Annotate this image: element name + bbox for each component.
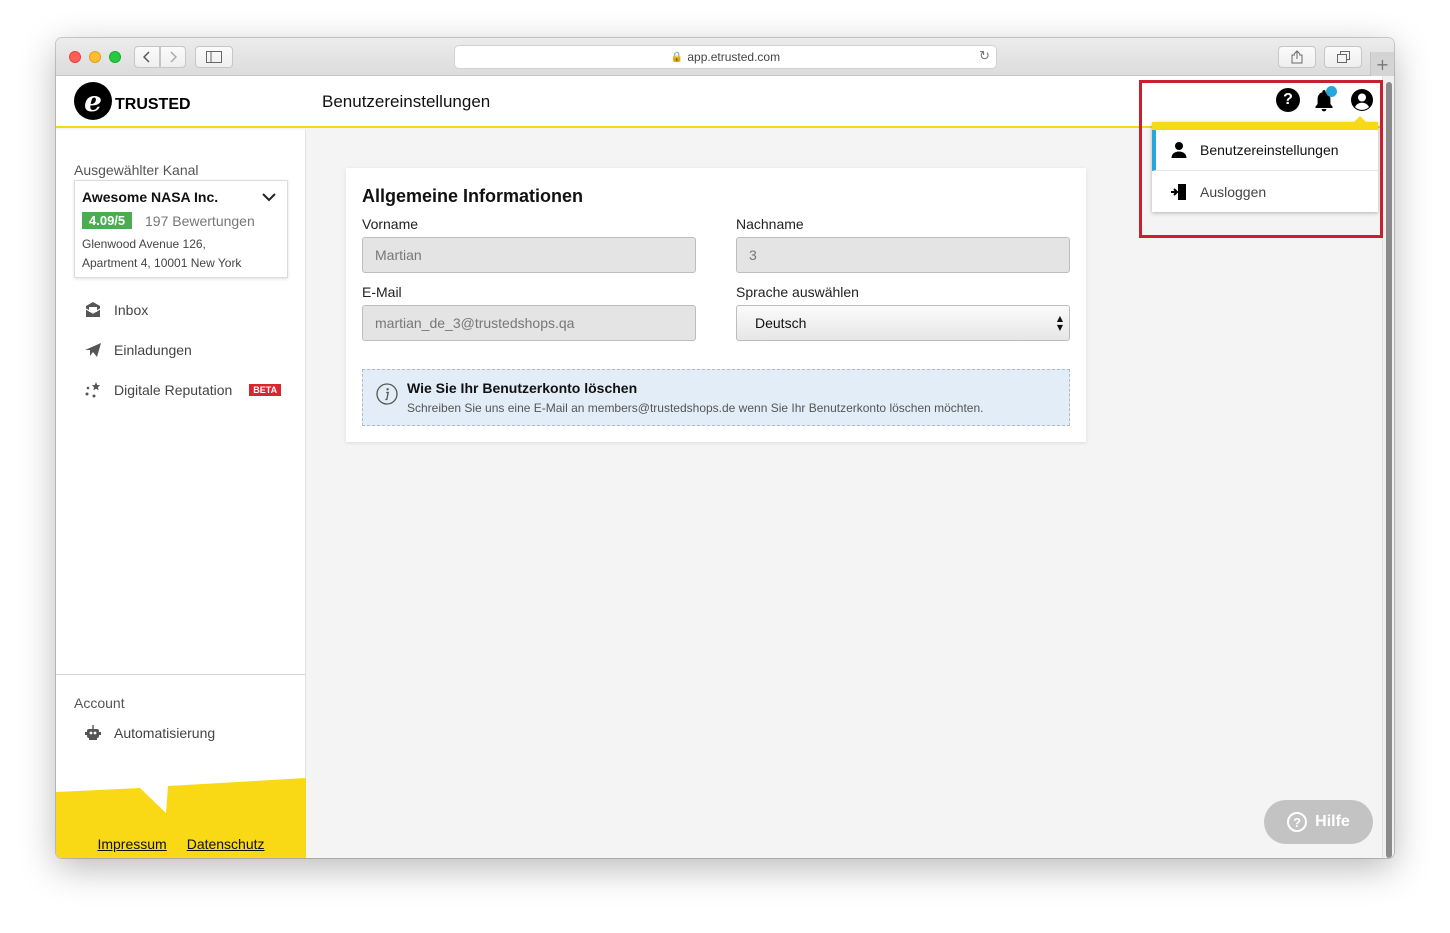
share-button[interactable] [1278,46,1316,68]
page-title: Benutzereinstellungen [322,92,491,111]
language-label: Sprache auswählen [736,284,859,300]
last-name-field[interactable] [736,237,1070,273]
chevron-down-icon[interactable] [261,191,277,203]
info-text: Schreiben Sie uns eine E-Mail an members… [407,401,984,415]
sidebar-item-label: Inbox [114,302,149,318]
impressum-link[interactable]: Impressum [97,836,166,852]
sidebar-toggle-button[interactable] [195,46,233,68]
browser-window: 🔒 app.etrusted.com ↻ + e TRUSTED Benutze… [56,38,1394,858]
info-title: Wie Sie Ihr Benutzerkonto löschen [407,380,638,396]
reload-icon[interactable]: ↻ [979,49,990,64]
browser-titlebar: 🔒 app.etrusted.com ↻ + [56,38,1394,76]
language-select[interactable]: Deutsch ▲ ▼ [736,305,1070,341]
review-count: 197 Bewertungen [145,213,255,229]
first-name-label: Vorname [362,216,419,232]
tabs-overview-button[interactable] [1324,46,1362,68]
channel-name: Awesome NASA Inc. [82,189,219,205]
sidebar-icon [206,51,222,63]
lock-icon: 🔒 [670,51,684,63]
sidebar-divider [56,674,306,675]
select-arrows-icon: ▲ ▼ [1056,314,1063,332]
selected-channel-label: Ausgewählter Kanal [74,162,199,178]
channel-address: Glenwood Avenue 126, Apartment 4, 10001 … [82,235,241,273]
share-icon [1291,50,1303,64]
rating-badge: 4.09/5 [82,212,133,229]
chevron-left-icon [143,51,150,63]
beta-badge: BETA [249,384,282,396]
forward-button[interactable] [160,46,186,68]
paper-plane-icon [85,343,101,357]
highlight-box [1139,80,1383,238]
sidebar-item-label: Automatisierung [114,725,216,741]
chevron-right-icon [170,51,177,63]
datenschutz-link[interactable]: Datenschutz [187,836,265,852]
address-bar[interactable]: 🔒 app.etrusted.com ↻ [454,45,997,69]
info-icon [376,383,398,405]
email-field[interactable] [362,305,696,341]
sidebar: Ausgewählter Kanal Awesome NASA Inc. 4.0… [56,130,306,858]
channel-selector[interactable]: Awesome NASA Inc. 4.09/5 197 Bewertungen… [74,180,288,278]
card-title: Allgemeine Informationen [362,186,584,206]
tabs-icon [1336,51,1350,63]
close-window-button[interactable] [69,51,81,63]
scrollbar-thumb[interactable] [1386,82,1392,858]
sidebar-item-inbox[interactable]: Inbox [84,299,148,321]
address-line: Apartment 4, 10001 New York [82,256,242,270]
minimize-window-button[interactable] [89,51,101,63]
sidebar-item-digital-reputation[interactable]: Digitale Reputation BETA [84,379,282,401]
email-label: E-Mail [362,284,402,300]
question-circle-icon: ? [1287,812,1308,832]
inbox-icon [85,302,101,317]
delete-account-info-box: Wie Sie Ihr Benutzerkonto löschen Schrei… [362,369,1070,426]
url-text: app.etrusted.com [687,50,781,64]
address-line: Glenwood Avenue 126, [82,237,206,251]
sidebar-item-label: Einladungen [114,342,192,358]
page-scrollbar[interactable] [1382,76,1394,858]
sidebar-item-label: Digitale Reputation [114,382,233,398]
maximize-window-button[interactable] [109,51,121,63]
first-name-field[interactable] [362,237,696,273]
app-content: e TRUSTED Benutzereinstellungen ? Benutz… [56,76,1394,858]
sidebar-item-automation[interactable]: Automatisierung [84,722,215,744]
sidebar-item-invitations[interactable]: Einladungen [84,339,192,361]
general-info-card: Allgemeine Informationen Vorname Nachnam… [346,168,1086,442]
back-button[interactable] [134,46,160,68]
language-selected-value: Deutsch [755,315,807,331]
last-name-label: Nachname [736,216,804,232]
new-tab-button[interactable]: + [1370,52,1394,76]
trusted-logo-icon[interactable]: e [74,82,112,120]
stars-icon [85,382,101,398]
robot-icon [85,725,101,740]
help-button-label: Hilfe [1315,813,1350,830]
help-button[interactable]: ? Hilfe [1264,800,1373,844]
footer-links: Impressum Datenschutz [56,836,306,852]
logo-text: TRUSTED [115,96,191,113]
account-section-label: Account [74,695,125,711]
